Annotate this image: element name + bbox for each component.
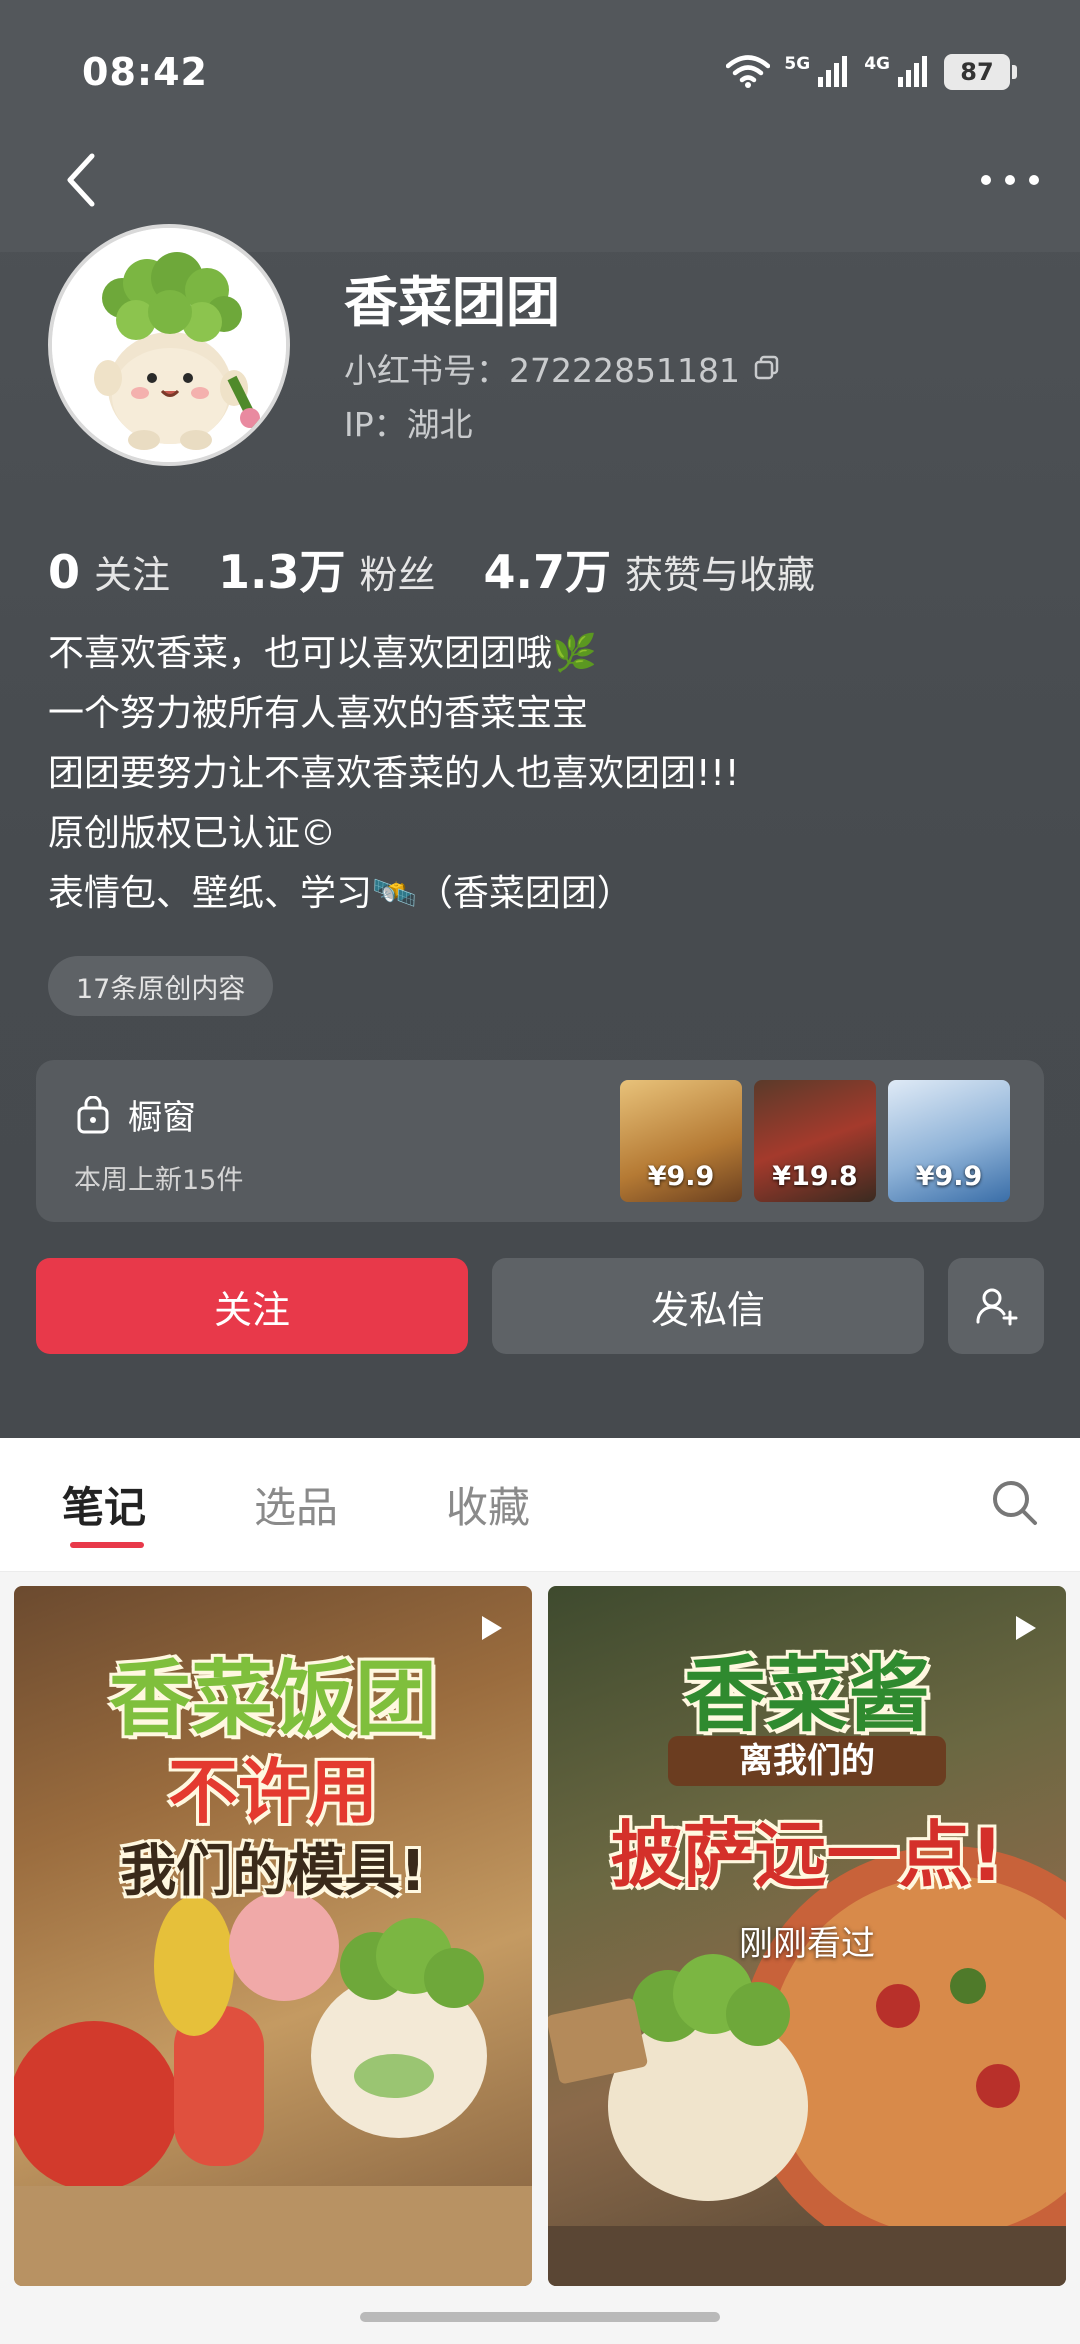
ip-location: IP：湖北 bbox=[344, 405, 473, 444]
nickname: 香菜团团 bbox=[344, 271, 560, 334]
active-tab-indicator bbox=[70, 1542, 144, 1548]
stat-fans[interactable]: 1.3万 粉丝 bbox=[218, 536, 436, 602]
stat-likes-num: 4.7万 bbox=[483, 545, 612, 599]
bio-line: 一个努力被所有人喜欢的香菜宝宝 bbox=[48, 693, 589, 734]
shop-item-thumb[interactable]: ¥9.9 bbox=[888, 1080, 1010, 1202]
follow-button[interactable]: 关注 bbox=[36, 1258, 468, 1354]
search-icon bbox=[993, 1481, 1037, 1525]
note-title-line1: 香菜酱 bbox=[683, 1648, 930, 1743]
copy-icon[interactable] bbox=[754, 355, 780, 381]
signal-5g-label: 5G bbox=[784, 54, 811, 74]
shop-window-card[interactable]: 橱窗 本周上新15件 ¥9.9 ¥19.8 ¥9.9 bbox=[36, 1060, 1044, 1222]
bio-line: 表情包、壁纸、学习🛰️（香菜团团） bbox=[48, 873, 633, 914]
shop-thumbnails: ¥9.9 ¥19.8 ¥9.9 bbox=[620, 1080, 1010, 1202]
shop-title: 橱窗 bbox=[76, 1090, 196, 1139]
shop-subtitle: 本周上新15件 bbox=[74, 1165, 244, 1196]
note-card[interactable]: 香菜酱 离我们的 披萨远一点! 刚刚看过 bbox=[548, 1586, 1066, 2286]
stat-following-num: 0 bbox=[48, 545, 81, 599]
search-button[interactable] bbox=[980, 1468, 1050, 1538]
battery-level: 87 bbox=[960, 58, 994, 86]
bio-line: 原创版权已认证© bbox=[48, 813, 337, 854]
shop-item-price: ¥9.9 bbox=[915, 1161, 983, 1192]
bio-line: 团团要努力让不喜欢香菜的人也喜欢团团!!! bbox=[48, 753, 740, 794]
back-button[interactable] bbox=[40, 140, 120, 220]
tab-collections[interactable]: 收藏 bbox=[446, 1474, 530, 1535]
status-time: 08:42 bbox=[82, 50, 208, 94]
note-title-line3: 我们的模具! bbox=[120, 1839, 426, 1904]
shop-item-thumb[interactable]: ¥9.9 bbox=[620, 1080, 742, 1202]
profile-stats: 0 关注 1.3万 粉丝 4.7万 获赞与收藏 bbox=[48, 536, 863, 602]
video-play-icon bbox=[1016, 1616, 1036, 1640]
bio: 不喜欢香菜，也可以喜欢团团哦🌿 一个努力被所有人喜欢的香菜宝宝 团团要努力让不喜… bbox=[48, 624, 1028, 924]
shopping-bag-icon bbox=[77, 1095, 109, 1133]
message-button[interactable]: 发私信 bbox=[492, 1258, 924, 1354]
original-content-tag[interactable]: 17条原创内容 bbox=[48, 956, 274, 1016]
avatar[interactable] bbox=[48, 224, 290, 466]
stat-following[interactable]: 0 关注 bbox=[48, 544, 170, 599]
battery-icon: 87 bbox=[944, 54, 1017, 90]
wifi-icon bbox=[726, 55, 771, 88]
stat-following-label: 关注 bbox=[94, 553, 171, 597]
stat-fans-label: 粉丝 bbox=[359, 553, 436, 597]
red-id-text: 小红书号：27222851181 bbox=[344, 351, 740, 390]
stat-likes[interactable]: 4.7万 获赞与收藏 bbox=[484, 536, 816, 602]
signal-4g-label: 4G bbox=[864, 54, 890, 74]
shop-item-price: ¥9.9 bbox=[647, 1161, 715, 1192]
shop-item-price: ¥19.8 bbox=[772, 1161, 858, 1192]
cilantro-mascot-avatar-icon bbox=[52, 228, 286, 462]
tab-notes[interactable]: 笔记 bbox=[62, 1474, 146, 1535]
note-title-line2: 不许用 bbox=[168, 1751, 378, 1833]
home-indicator[interactable] bbox=[360, 2312, 720, 2322]
note-title-line2: 离我们的 bbox=[668, 1736, 946, 1786]
stat-likes-label: 获赞与收藏 bbox=[625, 553, 816, 597]
content-tabs: 笔记 选品 收藏 bbox=[0, 1438, 1080, 1572]
more-button[interactable] bbox=[970, 150, 1050, 210]
status-icons: 5G 4G 87 bbox=[726, 52, 1017, 92]
add-friend-button[interactable] bbox=[948, 1258, 1044, 1354]
red-id: 小红书号：27222851181 bbox=[344, 344, 780, 392]
notes-feed: 香菜饭团 不许用 我们的模具! 香菜酱 离我们的 披萨远一点! 刚刚看过 bbox=[0, 1572, 1080, 2344]
more-dots-icon bbox=[981, 175, 1039, 185]
note-title-line1: 香菜饭团 bbox=[108, 1652, 437, 1747]
status-bar: 08:42 5G 4G 87 bbox=[0, 0, 1080, 140]
tab-picks[interactable]: 选品 bbox=[254, 1474, 338, 1535]
add-user-icon bbox=[976, 1288, 1018, 1326]
cell-signal-icon bbox=[898, 56, 927, 87]
chevron-left-icon bbox=[67, 153, 95, 207]
shop-title-label: 橱窗 bbox=[128, 1098, 196, 1138]
video-play-icon bbox=[482, 1616, 502, 1640]
shop-item-thumb[interactable]: ¥19.8 bbox=[754, 1080, 876, 1202]
bio-line: 不喜欢香菜，也可以喜欢团团哦🌿 bbox=[48, 633, 597, 674]
note-title-line3: 披萨远一点! bbox=[610, 1813, 1004, 1897]
cell-signal-icon bbox=[818, 56, 848, 87]
stat-fans-num: 1.3万 bbox=[218, 545, 346, 599]
note-card[interactable]: 香菜饭团 不许用 我们的模具! bbox=[14, 1586, 532, 2286]
just-viewed-overlay: 刚刚看过 bbox=[739, 1924, 875, 1964]
